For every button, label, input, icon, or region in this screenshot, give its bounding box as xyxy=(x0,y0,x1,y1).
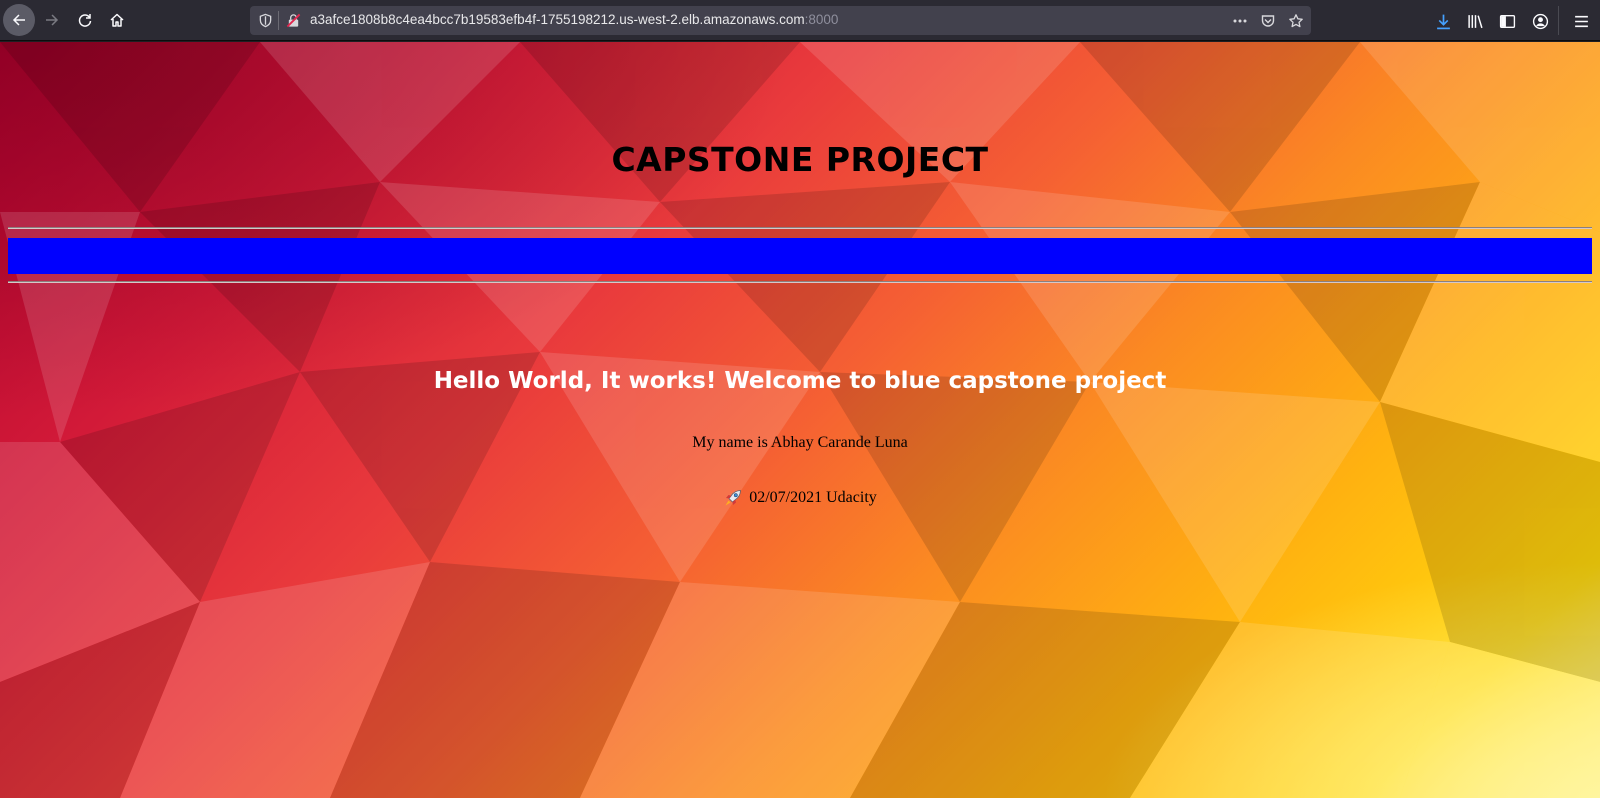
insecure-lock-icon[interactable] xyxy=(286,13,301,28)
sidebar-button[interactable] xyxy=(1497,11,1517,31)
home-icon xyxy=(110,13,124,27)
bookmark-button[interactable] xyxy=(1286,11,1305,30)
url-port: :8000 xyxy=(804,12,839,27)
back-arrow-icon xyxy=(12,14,25,26)
library-button[interactable] xyxy=(1465,11,1485,31)
blue-color-bar xyxy=(8,238,1592,274)
horizontal-rule-bottom xyxy=(8,281,1592,283)
sidebar-icon xyxy=(1499,14,1515,28)
application-menu-button[interactable] xyxy=(1571,11,1591,31)
account-icon xyxy=(1532,13,1548,29)
account-button[interactable] xyxy=(1530,11,1550,31)
toolbar-divider xyxy=(1558,6,1559,35)
page-title: CAPSTONE PROJECT xyxy=(611,140,989,179)
back-button[interactable] xyxy=(3,4,35,36)
page-content: CAPSTONE PROJECT Hello World, It works! … xyxy=(0,42,1600,798)
home-button[interactable] xyxy=(101,4,133,36)
address-bar[interactable]: a3afce1808b8c4ea4bcc7b19583efb4f-1755198… xyxy=(250,6,1311,35)
downloads-button[interactable] xyxy=(1433,11,1453,31)
library-icon xyxy=(1467,14,1483,28)
browser-toolbar: a3afce1808b8c4ea4bcc7b19583efb4f-1755198… xyxy=(0,0,1600,41)
reload-button[interactable] xyxy=(69,4,101,36)
footer-line: 02/07/2021 Udacity xyxy=(0,488,1600,508)
footer-date-text: 02/07/2021 Udacity xyxy=(749,489,877,506)
forward-button[interactable] xyxy=(36,4,68,36)
urlbar-separator xyxy=(278,11,279,30)
horizontal-rule-top xyxy=(8,227,1592,229)
forward-arrow-icon xyxy=(46,14,59,26)
bookmark-star-icon xyxy=(1288,13,1303,27)
save-to-pocket-button[interactable] xyxy=(1258,11,1277,30)
author-name-text: My name is Abhay Carande Luna xyxy=(692,434,908,451)
page-actions-button[interactable] xyxy=(1230,11,1249,30)
pocket-icon xyxy=(1261,14,1274,27)
url-host: a3afce1808b8c4ea4bcc7b19583efb4f-1755198… xyxy=(310,12,805,27)
url-text[interactable]: a3afce1808b8c4ea4bcc7b19583efb4f-1755198… xyxy=(310,12,838,27)
rocket-icon xyxy=(725,490,742,506)
tracking-protection-shield-icon[interactable] xyxy=(258,13,273,28)
greeting-heading: Hello World, It works! Welcome to blue c… xyxy=(433,368,1167,394)
reload-icon xyxy=(78,14,92,27)
download-icon xyxy=(1436,14,1450,29)
hamburger-menu-icon xyxy=(1574,15,1588,27)
page-actions-more-icon xyxy=(1233,19,1246,22)
